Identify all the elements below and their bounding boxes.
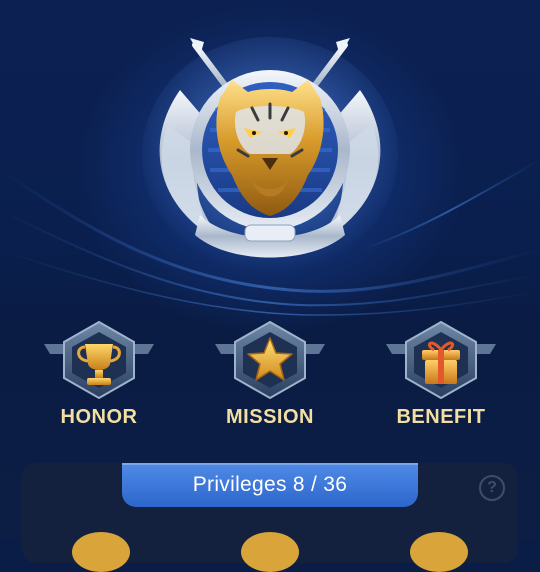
mission-button[interactable]: MISSION bbox=[200, 320, 340, 450]
gift-icon bbox=[386, 320, 496, 400]
privilege-item-icon[interactable] bbox=[410, 532, 468, 572]
trophy-icon bbox=[44, 320, 154, 400]
honor-button[interactable]: HONOR bbox=[29, 320, 169, 450]
rank-emblem bbox=[140, 30, 400, 280]
benefit-label: BENEFIT bbox=[396, 406, 486, 428]
honor-label: HONOR bbox=[60, 406, 138, 428]
tiger-emblem-icon bbox=[142, 37, 398, 273]
star-icon bbox=[215, 320, 325, 400]
privilege-item-icon[interactable] bbox=[72, 532, 130, 572]
benefit-button[interactable]: BENEFIT bbox=[371, 320, 511, 450]
privileges-tab[interactable]: Privileges 8 / 36 bbox=[122, 463, 418, 507]
privilege-item-icon[interactable] bbox=[241, 532, 299, 572]
mission-label: MISSION bbox=[226, 406, 314, 428]
help-icon[interactable]: ? bbox=[479, 475, 505, 501]
